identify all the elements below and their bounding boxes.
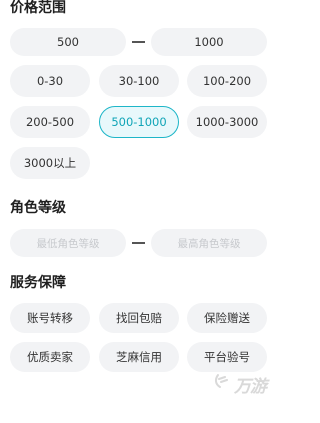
- watermark-text: 万游: [234, 377, 267, 397]
- service-option-insurance-gift[interactable]: 保险赠送: [187, 303, 267, 333]
- service-option-recovery-compensation[interactable]: 找回包赔: [99, 303, 179, 333]
- price-range-title: 价格范围: [10, 0, 66, 16]
- price-min-input[interactable]: 500: [10, 28, 126, 56]
- watermark-logo-icon: [214, 374, 228, 388]
- service-option-sesame-credit[interactable]: 芝麻信用: [99, 342, 179, 372]
- role-level-max-input[interactable]: 最高角色等级: [151, 229, 267, 257]
- role-level-title: 角色等级: [10, 200, 66, 216]
- price-option-0-30[interactable]: 0-30: [10, 65, 90, 97]
- price-option-100-200[interactable]: 100-200: [187, 65, 267, 97]
- price-option-3000-plus[interactable]: 3000以上: [10, 147, 90, 179]
- service-option-quality-seller[interactable]: 优质卖家: [10, 342, 90, 372]
- price-option-200-500[interactable]: 200-500: [10, 106, 90, 138]
- role-level-min-input[interactable]: 最低角色等级: [10, 229, 126, 257]
- service-title: 服务保障: [10, 275, 66, 291]
- role-level-separator: [132, 242, 145, 244]
- price-option-500-1000[interactable]: 500-1000: [99, 106, 179, 138]
- price-max-input[interactable]: 1000: [151, 28, 267, 56]
- service-option-account-transfer[interactable]: 账号转移: [10, 303, 90, 333]
- price-option-1000-3000[interactable]: 1000-3000: [187, 106, 267, 138]
- service-option-platform-verify[interactable]: 平台验号: [187, 342, 267, 372]
- price-option-30-100[interactable]: 30-100: [99, 65, 179, 97]
- price-range-separator: [132, 41, 145, 43]
